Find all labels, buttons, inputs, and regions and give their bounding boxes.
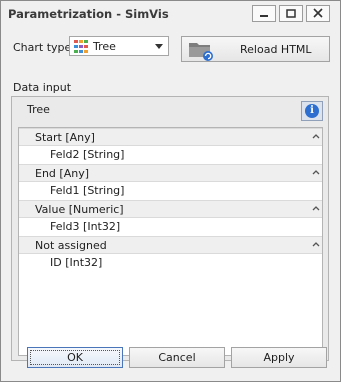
close-button[interactable]: [306, 5, 330, 22]
field-list[interactable]: Start [Any] Feld2 [String] End [Any] Fel…: [18, 127, 323, 356]
apply-button[interactable]: Apply: [231, 347, 327, 368]
info-icon: i: [305, 104, 319, 118]
field-label: Feld1 [String]: [50, 184, 125, 197]
chart-type-label: Chart type: [13, 41, 72, 54]
group-end[interactable]: End [Any]: [19, 164, 322, 182]
field-label: ID [Int32]: [50, 256, 103, 269]
list-item[interactable]: Feld1 [String]: [19, 182, 322, 200]
ok-button[interactable]: OK: [27, 347, 123, 368]
chart-type-value: Tree: [93, 40, 116, 53]
group-label: End [Any]: [35, 167, 89, 180]
chevron-up-icon[interactable]: [312, 241, 320, 247]
reload-html-label: Reload HTML: [240, 43, 312, 56]
folder-refresh-icon: [189, 43, 213, 61]
maximize-icon: [286, 9, 296, 18]
list-item[interactable]: ID [Int32]: [19, 254, 322, 272]
window-title: Parametrization - SimVis: [8, 7, 169, 21]
data-input-label: Data input: [13, 81, 72, 94]
minimize-button[interactable]: [252, 5, 276, 22]
maximize-button[interactable]: [279, 5, 303, 22]
field-label: Feld3 [Int32]: [50, 220, 121, 233]
group-start[interactable]: Start [Any]: [19, 128, 322, 146]
chevron-up-icon[interactable]: [312, 133, 320, 139]
tree-chart-icon: [74, 40, 88, 53]
close-icon: [313, 8, 323, 18]
reload-html-button[interactable]: Reload HTML: [181, 36, 330, 62]
cancel-button[interactable]: Cancel: [129, 347, 225, 368]
focus-rectangle: [30, 350, 120, 365]
list-item[interactable]: Feld3 [Int32]: [19, 218, 322, 236]
data-input-panel: Tree i Start [Any] Feld2 [String] End [A…: [11, 96, 329, 361]
apply-label: Apply: [263, 351, 295, 364]
title-bar[interactable]: Parametrization - SimVis: [1, 1, 340, 27]
chevron-down-icon[interactable]: [155, 44, 163, 49]
chart-type-select[interactable]: Tree: [69, 36, 169, 56]
group-value[interactable]: Value [Numeric]: [19, 200, 322, 218]
data-input-header: Tree: [27, 103, 50, 116]
cancel-label: Cancel: [158, 351, 196, 364]
info-button[interactable]: i: [301, 101, 323, 121]
field-label: Feld2 [String]: [50, 148, 125, 161]
list-item[interactable]: Feld2 [String]: [19, 146, 322, 164]
group-label: Not assigned: [35, 239, 107, 252]
dialog-window: Parametrization - SimVis Chart type Tree: [0, 0, 341, 382]
chevron-up-icon[interactable]: [312, 169, 320, 175]
group-not-assigned[interactable]: Not assigned: [19, 236, 322, 254]
group-label: Start [Any]: [35, 131, 95, 144]
chevron-up-icon[interactable]: [312, 205, 320, 211]
dialog-body: Chart type Tree Reload HTML Data input T…: [2, 27, 339, 380]
group-label: Value [Numeric]: [35, 203, 124, 216]
minimize-icon: [260, 15, 268, 17]
